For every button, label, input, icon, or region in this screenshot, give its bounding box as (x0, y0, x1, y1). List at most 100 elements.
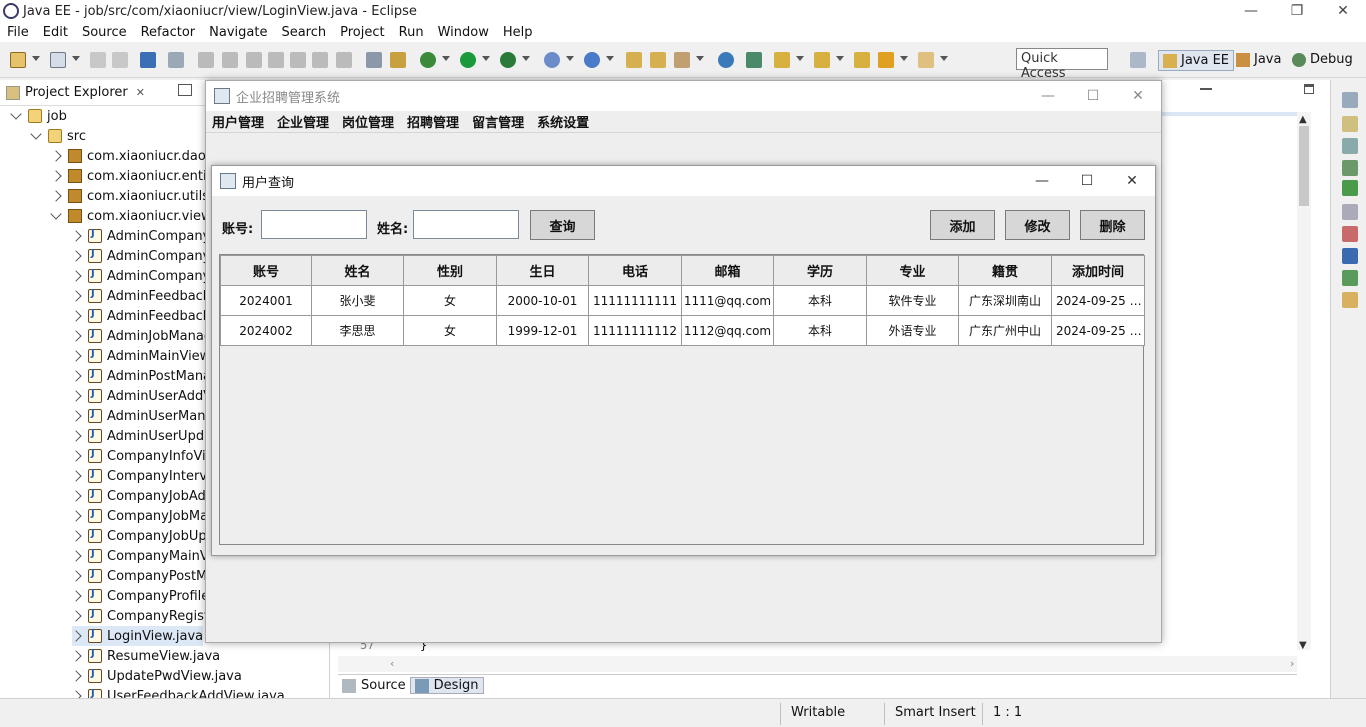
tree-item-file[interactable]: CompanyPostMa (70, 566, 215, 586)
table-cell[interactable]: 1112@qq.com (681, 315, 774, 346)
forward-icon[interactable] (918, 52, 934, 68)
tree-item-file[interactable]: CompanyJobUpd (70, 526, 215, 546)
step-return-icon[interactable] (336, 52, 352, 68)
frame-minimize-button[interactable]: — (1025, 81, 1071, 111)
tree-item-file[interactable]: CompanyJobMar (70, 506, 213, 526)
table-cell[interactable]: 广东深圳南山 (958, 285, 1052, 316)
scroll-left-icon[interactable]: ‹ (390, 657, 394, 670)
tree-item-file[interactable]: UpdatePwdView.java (70, 666, 242, 686)
table-cell[interactable]: 11111111112 (588, 315, 682, 346)
restore-icon[interactable] (1342, 92, 1358, 108)
tree-item-src[interactable]: src (30, 126, 86, 146)
task-list-icon[interactable] (746, 52, 762, 68)
expand-chevron-icon[interactable] (70, 530, 82, 542)
table-cell[interactable]: 2024002 (220, 315, 312, 346)
column-header[interactable]: 姓名 (311, 255, 404, 286)
expand-chevron-icon[interactable] (50, 170, 62, 182)
menu-project[interactable]: Project (333, 25, 391, 40)
save-all-icon[interactable] (112, 52, 128, 68)
new-server-icon[interactable] (544, 52, 560, 68)
open-resource-icon[interactable] (650, 52, 666, 68)
debug-dropdown-icon[interactable] (442, 56, 450, 61)
tree-item-file[interactable]: AdminUserUpdat (70, 426, 217, 446)
tab-source[interactable]: Source (338, 678, 410, 693)
servers-icon[interactable] (1342, 270, 1358, 286)
dialog-minimize-button[interactable]: — (1019, 166, 1065, 196)
tree-item-file[interactable]: AdminFeedbackM (70, 286, 222, 306)
open-dropdown-icon[interactable] (72, 56, 80, 61)
table-cell[interactable]: 外语专业 (866, 315, 959, 346)
debug-icon[interactable] (420, 52, 436, 68)
menu-search[interactable]: Search (274, 25, 333, 40)
tree-item-file[interactable]: AdminUserManag (70, 406, 222, 426)
column-header[interactable]: 添加时间 (1051, 255, 1145, 286)
task-icon[interactable] (1342, 138, 1358, 154)
search-icon[interactable] (674, 52, 690, 68)
column-header[interactable]: 专业 (866, 255, 959, 286)
expand-chevron-icon[interactable] (70, 510, 82, 522)
browser-icon[interactable] (718, 52, 734, 68)
expand-chevron-icon[interactable] (70, 470, 82, 482)
open-type-icon[interactable] (626, 52, 642, 68)
run-external-icon[interactable] (500, 52, 516, 68)
menu-message-management[interactable]: 留言管理 (472, 112, 531, 131)
tree-item-file[interactable]: AdminFeedbackR (70, 306, 219, 326)
tree-item-file[interactable]: AdminUserAddVi (70, 386, 215, 406)
expand-chevron-icon[interactable] (10, 108, 22, 120)
snippets-icon[interactable] (1342, 292, 1358, 308)
expand-chevron-icon[interactable] (70, 630, 82, 642)
query-button[interactable]: 查询 (530, 210, 595, 240)
mark-occurrences-icon[interactable] (390, 52, 406, 68)
tree-item-file[interactable]: AdminJobManag (70, 326, 212, 346)
add-button[interactable]: 添加 (930, 210, 995, 240)
expand-chevron-icon[interactable] (50, 190, 62, 202)
quick-access-input[interactable]: Quick Access (1016, 48, 1108, 81)
tree-item-file[interactable]: CompanyJobAdd (70, 486, 214, 506)
save-icon[interactable] (90, 52, 106, 68)
frame-maximize-button[interactable]: ☐ (1070, 81, 1116, 111)
minimize-view-icon[interactable] (1200, 88, 1212, 90)
run-icon[interactable] (460, 52, 476, 68)
back-dropdown-icon[interactable] (900, 56, 908, 61)
table-cell[interactable]: 软件专业 (866, 285, 959, 316)
tree-item-file[interactable]: CompanyInfoView (70, 446, 224, 466)
column-header[interactable]: 学历 (773, 255, 867, 286)
step-into-icon[interactable] (290, 52, 306, 68)
table-cell[interactable]: 1999-12-01 (496, 315, 589, 346)
dialog-close-button[interactable]: ✕ (1109, 166, 1155, 196)
tree-item-file[interactable]: AdminCompanyM (70, 246, 222, 266)
expand-chevron-icon[interactable] (70, 610, 82, 622)
tree-item-file[interactable]: AdminCompanyA (70, 226, 219, 246)
name-input[interactable] (413, 210, 519, 239)
tree-item-file[interactable]: AdminMainView.j (70, 346, 217, 366)
expand-chevron-icon[interactable] (70, 250, 82, 262)
expand-chevron-icon[interactable] (70, 650, 82, 662)
frame-close-button[interactable]: ✕ (1115, 81, 1161, 111)
collapse-all-icon[interactable] (178, 84, 192, 96)
table-cell[interactable]: 2024001 (220, 285, 312, 316)
table-cell[interactable]: 2024-09-25 1... (1051, 285, 1145, 316)
run-dropdown-icon[interactable] (482, 56, 490, 61)
tree-item-file[interactable]: CompanyRegiste (70, 606, 217, 626)
scroll-down-icon[interactable]: ▼ (1299, 640, 1307, 651)
perspective-debug[interactable]: Debug (1292, 52, 1353, 67)
expand-chevron-icon[interactable] (50, 208, 62, 220)
expand-chevron-icon[interactable] (70, 670, 82, 682)
perspective-java[interactable]: Java (1236, 52, 1281, 67)
step-over-icon[interactable] (312, 52, 328, 68)
menu-edit[interactable]: Edit (36, 25, 75, 40)
tree-item-package[interactable]: com.xiaoniucr.entity (50, 166, 219, 186)
account-input[interactable] (261, 210, 367, 239)
tree-item-file[interactable]: ResumeView.java (70, 646, 220, 666)
edit-button[interactable]: 修改 (1005, 210, 1070, 240)
expand-chevron-icon[interactable] (70, 570, 82, 582)
expand-chevron-icon[interactable] (70, 230, 82, 242)
table-cell[interactable]: 女 (403, 315, 497, 346)
column-header[interactable]: 电话 (588, 255, 682, 286)
tree-item-package[interactable]: com.xiaoniucr.dao (50, 146, 206, 166)
disconnect-icon[interactable] (268, 52, 284, 68)
properties-icon[interactable] (1342, 204, 1358, 220)
search-dropdown-icon[interactable] (696, 56, 704, 61)
expand-chevron-icon[interactable] (70, 350, 82, 362)
prev-annotation-dropdown-icon[interactable] (836, 56, 844, 61)
